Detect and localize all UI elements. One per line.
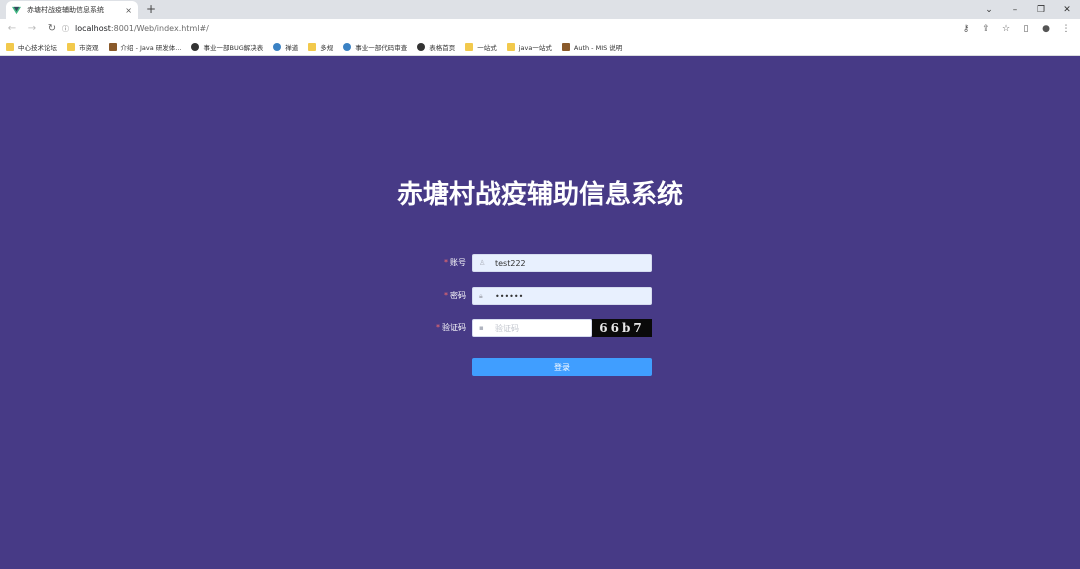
captcha-image[interactable]: 66b7 bbox=[592, 319, 652, 337]
vue-logo-icon bbox=[12, 6, 21, 14]
menu-icon[interactable]: ⋮ bbox=[1056, 24, 1076, 34]
bookmark-label: 一站式 bbox=[477, 43, 497, 52]
bookmark-label: 事业一部BUG解决表 bbox=[203, 43, 264, 52]
folder-icon bbox=[308, 42, 317, 51]
captcha-input[interactable]: ▪ 验证码 bbox=[472, 319, 592, 337]
close-window-icon[interactable]: ✕ bbox=[1054, 5, 1080, 15]
password-label-text: 密码 bbox=[450, 291, 466, 300]
username-value: test222 bbox=[495, 258, 526, 268]
forward-icon[interactable]: → bbox=[24, 23, 40, 34]
info-icon[interactable]: ⓘ bbox=[62, 24, 69, 34]
tab-close-icon[interactable]: × bbox=[125, 6, 132, 15]
captcha-text: 66b7 bbox=[599, 321, 645, 335]
tab-search-icon[interactable]: ⌄ bbox=[976, 5, 1002, 15]
bookmark-label: Auth - MIS 说明 bbox=[573, 43, 623, 52]
captcha-label-text: 验证码 bbox=[442, 323, 466, 332]
required-mark: * bbox=[444, 258, 448, 267]
captcha-label: * 验证码 bbox=[436, 322, 466, 333]
username-input[interactable]: ♙ test222 bbox=[472, 254, 652, 272]
reload-icon[interactable]: ↻ bbox=[44, 23, 60, 34]
tab-title: 赤塘村战疫辅助信息系统 bbox=[27, 6, 104, 14]
bookmark-label: 市资观 bbox=[79, 43, 99, 52]
back-icon[interactable]: ← bbox=[4, 23, 20, 34]
window-controls: ⌄ – ❐ ✕ bbox=[976, 0, 1080, 19]
globe-icon bbox=[273, 42, 282, 51]
bookmark-label: java一站式 bbox=[518, 43, 552, 52]
page-title: 赤塘村战疫辅助信息系统 bbox=[396, 180, 683, 210]
folder-icon bbox=[506, 42, 515, 51]
bookmark-label: 禅道 bbox=[285, 43, 299, 52]
bookmark-item[interactable]: 事业一部BUG解决表 bbox=[191, 42, 263, 52]
login-page: 赤塘村战疫辅助信息系统 * 账号 ♙ test222 * 密码 🔒︎ •••••• … bbox=[0, 57, 1080, 569]
browser-tab[interactable]: 赤塘村战疫辅助信息系统 × bbox=[6, 1, 138, 19]
folder-icon bbox=[465, 42, 474, 51]
tab-bar: 赤塘村战疫辅助信息系统 × + ⌄ – ❐ ✕ bbox=[0, 0, 1080, 19]
toolbar-icons: ⚷ ⇪ ☆ ▯ ● ⋮ bbox=[956, 19, 1076, 38]
bookmark-label: 介绍 - Java 研发体... bbox=[120, 43, 182, 52]
bookmark-label: 事业一部代码审查 bbox=[355, 43, 408, 52]
image-icon bbox=[108, 42, 117, 51]
side-panel-icon[interactable]: ▯ bbox=[1016, 24, 1036, 34]
username-label-text: 账号 bbox=[450, 258, 466, 267]
required-mark: * bbox=[436, 323, 440, 332]
bookmark-item[interactable]: 市资观 bbox=[67, 42, 99, 52]
required-mark: * bbox=[444, 291, 448, 300]
address-bar[interactable]: ⓘ localhost:8001/Web/index.html#/ bbox=[62, 21, 962, 36]
bookmark-item[interactable]: 多规 bbox=[308, 42, 333, 52]
globe-icon bbox=[343, 42, 352, 51]
captcha-row: * 验证码 ▪ 验证码 66b7 bbox=[420, 319, 660, 337]
bookmark-item[interactable]: java一站式 bbox=[506, 42, 552, 52]
bookmark-label: 多规 bbox=[320, 43, 334, 52]
restore-icon[interactable]: ❐ bbox=[1028, 5, 1054, 15]
user-icon: ♙ bbox=[479, 259, 486, 267]
captcha-placeholder: 验证码 bbox=[495, 323, 519, 333]
username-row: * 账号 ♙ test222 bbox=[420, 254, 660, 272]
lock-icon: 🔒︎ bbox=[479, 291, 483, 300]
username-label: * 账号 bbox=[444, 257, 466, 268]
folder-icon bbox=[67, 42, 75, 51]
url-host: localhost bbox=[75, 24, 111, 33]
bookmark-item[interactable]: 禅道 bbox=[273, 42, 298, 52]
url-text: localhost:8001/Web/index.html#/ bbox=[75, 24, 209, 33]
key-icon[interactable]: ⚷ bbox=[956, 24, 976, 34]
globe-icon bbox=[191, 42, 200, 51]
browser-toolbar: ← → ↻ ⓘ localhost:8001/Web/index.html#/ … bbox=[0, 19, 1080, 38]
password-input[interactable]: 🔒︎ •••••• bbox=[472, 287, 652, 305]
image-icon bbox=[561, 42, 570, 51]
bookmark-label: 表格首页 bbox=[429, 43, 456, 52]
bookmark-item[interactable]: 中心技术论坛 bbox=[6, 42, 57, 52]
password-label: * 密码 bbox=[444, 290, 466, 301]
share-icon[interactable]: ⇪ bbox=[976, 24, 996, 34]
shield-icon: ▪ bbox=[479, 324, 484, 332]
bookmark-item[interactable]: 一站式 bbox=[465, 42, 497, 52]
new-tab-button[interactable]: + bbox=[146, 1, 156, 17]
bookmarks-bar: 中心技术论坛 市资观 介绍 - Java 研发体... 事业一部BUG解决表 禅… bbox=[0, 38, 1080, 56]
bookmark-item[interactable]: 表格首页 bbox=[417, 42, 455, 52]
bookmark-item[interactable]: 介绍 - Java 研发体... bbox=[108, 42, 182, 52]
folder-icon bbox=[6, 42, 14, 51]
bookmark-item[interactable]: 事业一部代码审查 bbox=[343, 42, 407, 52]
password-row: * 密码 🔒︎ •••••• bbox=[420, 287, 660, 305]
globe-icon bbox=[417, 42, 426, 51]
bookmark-item[interactable]: Auth - MIS 说明 bbox=[561, 42, 623, 52]
password-value: •••••• bbox=[495, 291, 524, 301]
profile-icon[interactable]: ● bbox=[1036, 24, 1056, 34]
url-path: :8001/Web/index.html#/ bbox=[110, 24, 209, 33]
star-icon[interactable]: ☆ bbox=[996, 24, 1016, 34]
bookmark-label: 中心技术论坛 bbox=[18, 43, 57, 52]
login-button[interactable]: 登录 bbox=[472, 358, 652, 376]
minimize-icon[interactable]: – bbox=[1002, 5, 1028, 15]
